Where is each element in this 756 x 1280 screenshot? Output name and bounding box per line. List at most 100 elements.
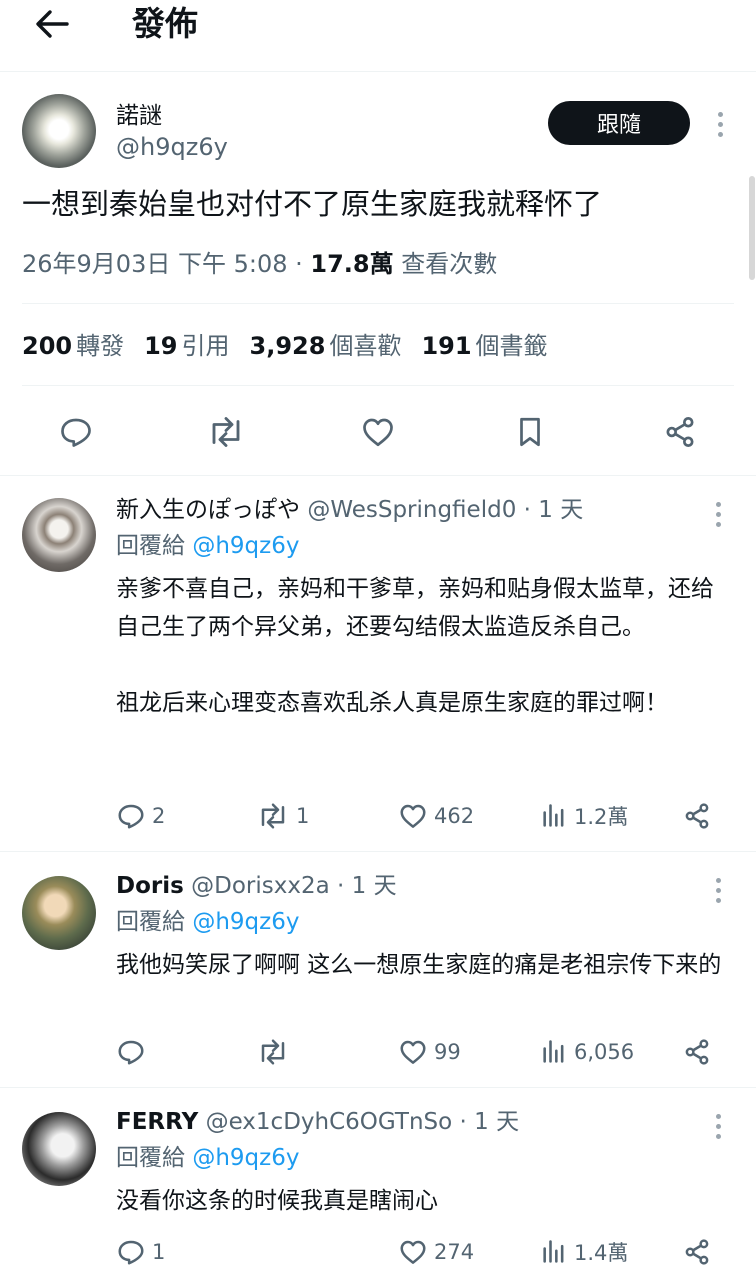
reply-count: 2: [152, 804, 166, 828]
reply-button[interactable]: [116, 1032, 152, 1072]
reply-header: Doris @Dorisxx2a · 1 天: [116, 873, 397, 899]
follow-button[interactable]: 跟隨: [548, 101, 690, 145]
divider: [22, 303, 734, 304]
share-button[interactable]: [682, 1032, 712, 1072]
reply-button[interactable]: [52, 408, 100, 456]
like-icon: [400, 804, 426, 828]
views-label: 查看次數: [393, 250, 498, 278]
share-icon: [666, 417, 694, 447]
bookmark-button[interactable]: [506, 408, 554, 456]
avatar[interactable]: [22, 498, 96, 572]
like-icon: [400, 1240, 426, 1264]
reply-header: 新入生のぽっぽや @WesSpringfield0 · 1 天: [116, 497, 584, 523]
reply-time[interactable]: 1 天: [474, 1109, 519, 1135]
reply-to-handle[interactable]: @h9qz6y: [192, 909, 299, 935]
share-icon: [685, 803, 709, 829]
share-icon: [685, 1239, 709, 1265]
reply-author-handle[interactable]: @WesSpringfield0: [307, 497, 516, 523]
reply-author-name[interactable]: 新入生のぽっぽや: [116, 497, 300, 523]
like-icon: [400, 1040, 426, 1064]
more-options-icon[interactable]: [708, 878, 728, 903]
repost-button[interactable]: 1: [256, 796, 309, 836]
reply-item[interactable]: 新入生のぽっぽや @WesSpringfield0 · 1 天 回覆給 @h9q…: [0, 476, 756, 852]
reply-to: 回覆給 @h9qz6y: [116, 909, 300, 935]
reply-to: 回覆給 @h9qz6y: [116, 1145, 300, 1171]
views-count: 1.4萬: [574, 1241, 629, 1265]
views-button[interactable]: 1.2萬: [540, 796, 628, 836]
reply-to-handle[interactable]: @h9qz6y: [192, 533, 299, 559]
avatar[interactable]: [22, 876, 96, 950]
reply-time[interactable]: 1 天: [538, 497, 583, 523]
scrollbar-thumb[interactable]: [749, 176, 755, 280]
share-button[interactable]: [656, 408, 704, 456]
like-count: 462: [434, 804, 475, 828]
reply-button[interactable]: 2: [116, 796, 165, 836]
like-button[interactable]: 274: [398, 1232, 474, 1272]
avatar[interactable]: [22, 94, 96, 168]
views-button[interactable]: 1.4萬: [540, 1232, 628, 1272]
reply-author-handle[interactable]: @ex1cDyhC6OGTnSo: [206, 1109, 453, 1135]
reply-count: 1: [152, 1240, 166, 1264]
reply-button[interactable]: 1: [116, 1232, 165, 1272]
post-text: 一想到秦始皇也对付不了原生家庭我就释怀了: [22, 187, 603, 221]
more-options-icon[interactable]: [708, 502, 728, 527]
reply-header: FERRY @ex1cDyhC6OGTnSo · 1 天: [116, 1109, 520, 1135]
reply-item[interactable]: FERRY @ex1cDyhC6OGTnSo · 1 天 回覆給 @h9qz6y…: [0, 1088, 756, 1280]
repost-count: 1: [296, 804, 310, 828]
reposts-stat[interactable]: 200 轉發: [22, 328, 124, 364]
analytics-icon: [543, 1040, 564, 1063]
post-timestamp[interactable]: 26年9月03日 下午 5:08: [22, 250, 288, 278]
analytics-icon: [543, 1240, 564, 1263]
author-handle[interactable]: @h9qz6y: [116, 132, 228, 162]
views-count: 1.2萬: [574, 805, 629, 829]
reply-author-name[interactable]: Doris: [116, 873, 184, 899]
reply-author-name[interactable]: FERRY: [116, 1109, 198, 1135]
repost-icon: [212, 417, 240, 447]
share-button[interactable]: [682, 796, 712, 836]
post-action-bar: [0, 408, 756, 456]
post-stats: 200 轉發 19 引用 3,928 個喜歡 191 個書籤: [22, 328, 548, 364]
repost-icon: [261, 1039, 285, 1065]
reply-actions: 99 6,056: [116, 1032, 726, 1072]
bookmark-icon: [520, 417, 540, 447]
avatar[interactable]: [22, 1112, 96, 1186]
like-button[interactable]: [354, 408, 402, 456]
author-name[interactable]: 諾謎: [116, 102, 162, 130]
reply-author-handle[interactable]: @Dorisxx2a: [191, 873, 330, 899]
reply-item[interactable]: Doris @Dorisxx2a · 1 天 回覆給 @h9qz6y 我他妈笑尿…: [0, 852, 756, 1088]
top-bar: 發佈: [0, 0, 756, 72]
reply-text: 没看你这条的时候我真是瞎闹心: [116, 1188, 438, 1214]
reply-icon: [118, 1040, 144, 1065]
like-button[interactable]: 99: [398, 1032, 461, 1072]
views-count: 6,056: [574, 1040, 635, 1064]
back-button[interactable]: [32, 4, 72, 44]
views-button[interactable]: 6,056: [540, 1032, 634, 1072]
reply-actions: 2 1 462 1.2萬: [116, 796, 726, 836]
reply-icon: [61, 418, 91, 447]
meta-separator: ·: [287, 250, 311, 278]
bookmarks-stat[interactable]: 191 個書籤: [421, 328, 547, 364]
reply-icon: [118, 804, 144, 829]
more-options-icon[interactable]: [710, 112, 730, 137]
like-icon: [363, 418, 393, 447]
likes-stat[interactable]: 3,928 個喜歡: [250, 328, 402, 364]
more-options-icon[interactable]: [708, 1114, 728, 1139]
views-count: 17.8萬: [310, 250, 394, 278]
reply-to: 回覆給 @h9qz6y: [116, 533, 300, 559]
share-button[interactable]: [682, 1232, 712, 1272]
page-title: 發佈: [132, 4, 198, 43]
reply-actions: 1 274 1.4萬: [116, 1232, 726, 1272]
divider: [22, 385, 734, 386]
reply-text: 我他妈笑尿了啊啊 这么一想原生家庭的痛是老祖宗传下来的: [116, 952, 722, 978]
repost-button[interactable]: [202, 408, 250, 456]
repost-icon: [261, 803, 285, 829]
reply-text: 亲爹不喜自己，亲妈和干爹草，亲妈和贴身假太监草，还给自己生了两个异父弟，还要勾结…: [116, 576, 714, 716]
reply-time[interactable]: 1 天: [352, 873, 397, 899]
quotes-stat[interactable]: 19 引用: [144, 328, 229, 364]
like-button[interactable]: 462: [398, 796, 474, 836]
like-count: 274: [434, 1240, 475, 1264]
repost-button[interactable]: [256, 1032, 296, 1072]
reply-icon: [118, 1240, 144, 1265]
reply-to-handle[interactable]: @h9qz6y: [192, 1145, 299, 1171]
post-meta: 26年9月03日 下午 5:08 · 17.8萬 查看次數: [22, 246, 497, 282]
